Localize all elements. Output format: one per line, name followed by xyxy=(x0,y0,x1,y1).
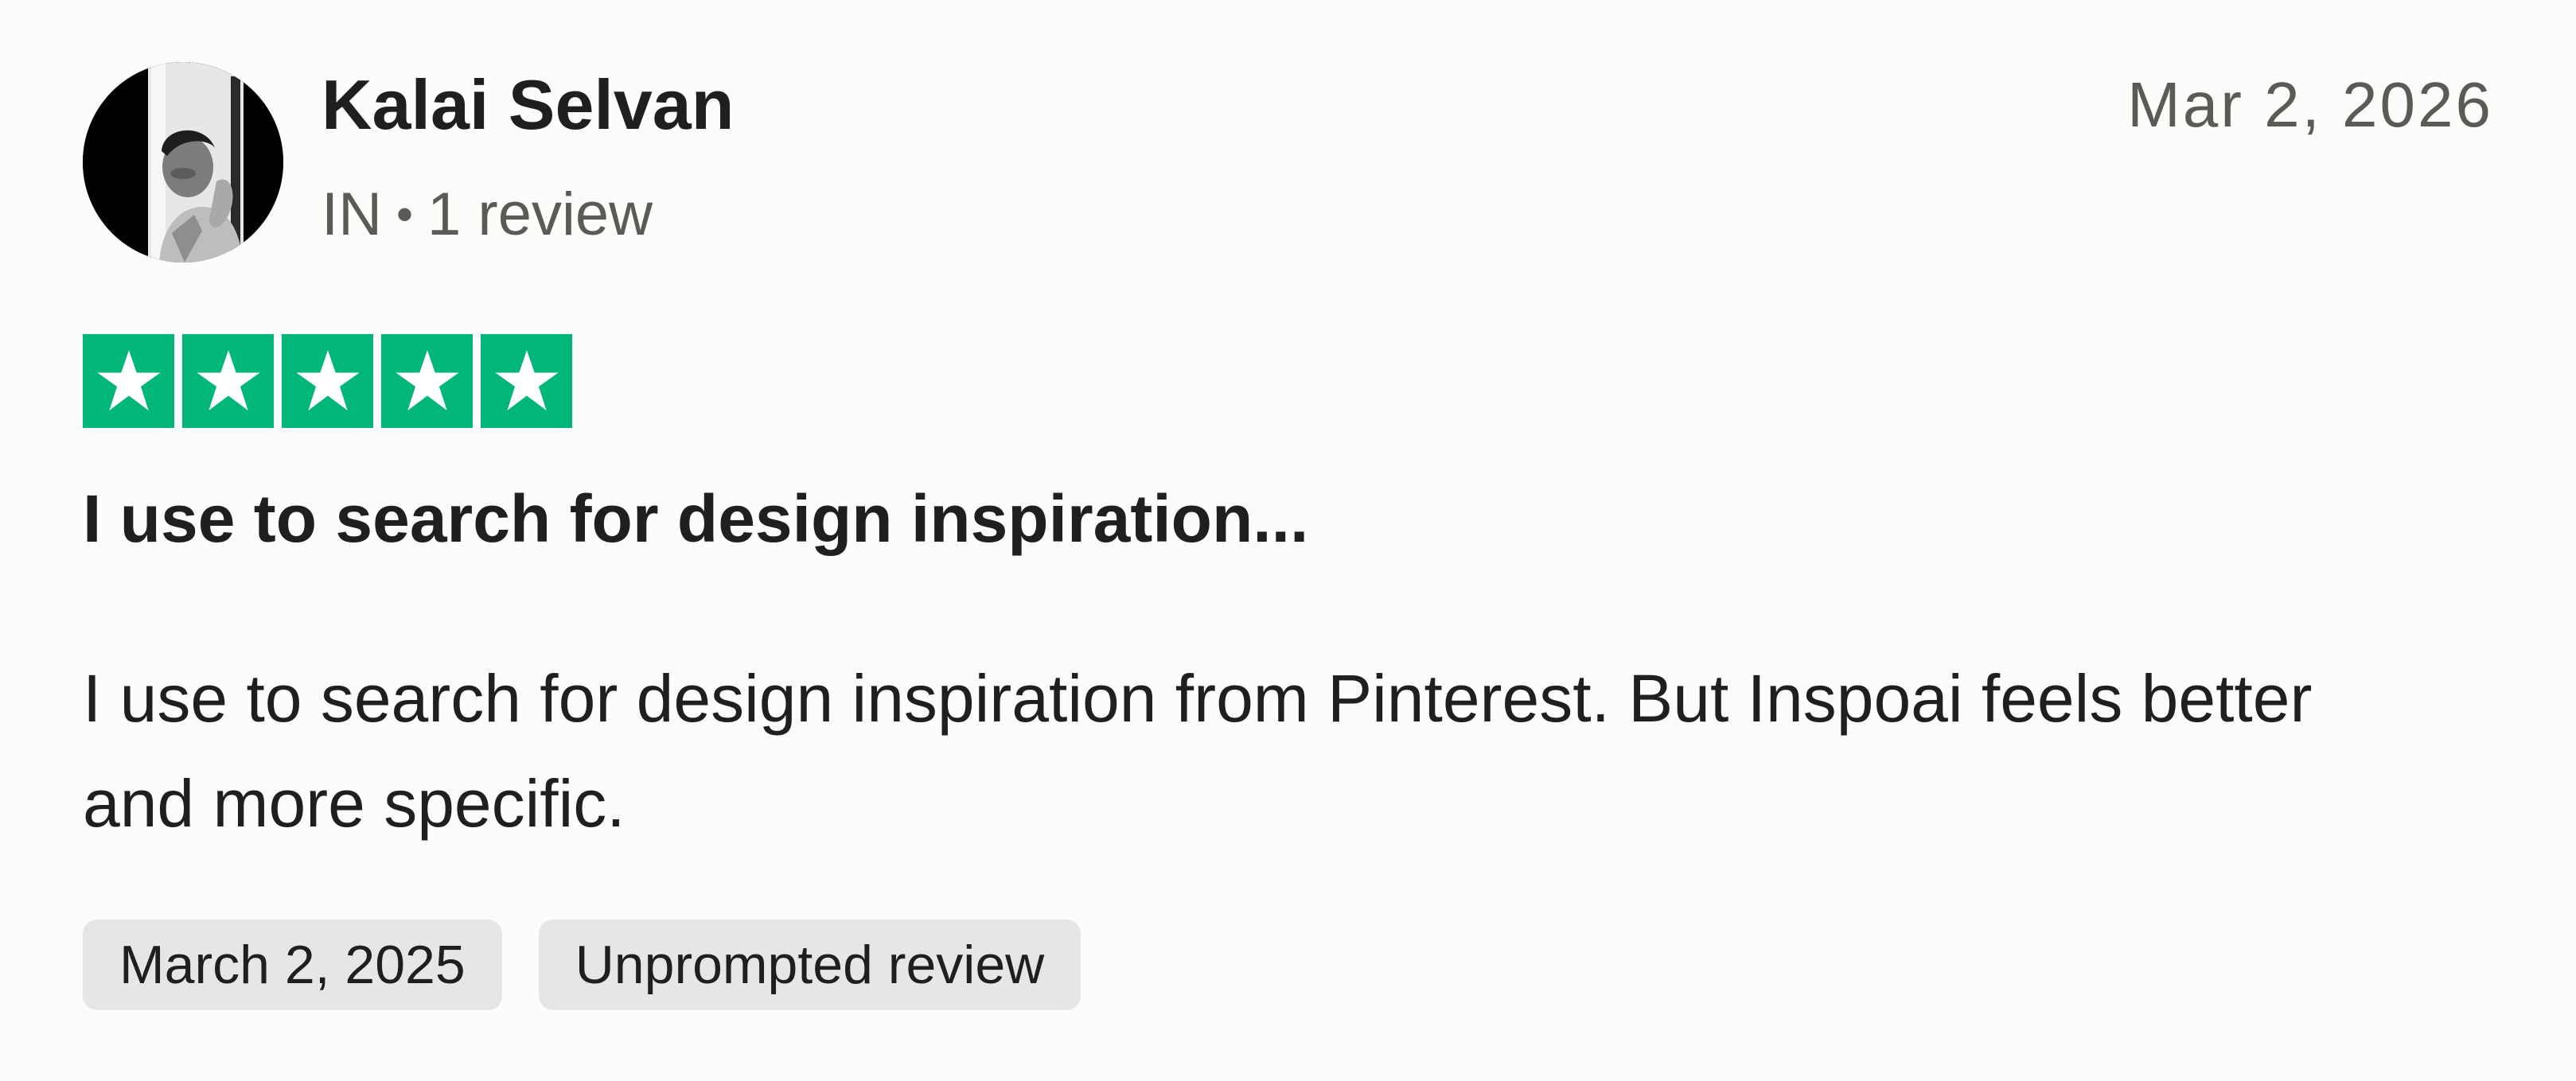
star-icon xyxy=(196,350,260,410)
avatar-photo xyxy=(83,62,283,262)
star-icon xyxy=(96,350,161,410)
star-3 xyxy=(282,334,373,428)
star-5 xyxy=(481,334,572,428)
review-date: Mar 2, 2026 xyxy=(2127,69,2493,140)
star-2 xyxy=(182,334,274,428)
reviewer-country: IN xyxy=(322,181,382,248)
star-icon xyxy=(395,350,459,410)
review-title[interactable]: I use to search for design inspiration..… xyxy=(83,480,1308,558)
experience-date-tag: March 2, 2025 xyxy=(83,920,502,1010)
star-icon xyxy=(295,350,360,410)
star-1 xyxy=(83,334,174,428)
star-icon xyxy=(494,350,559,410)
review-tags: March 2, 2025 Unprompted review xyxy=(83,920,1081,1010)
reviewer-avatar[interactable] xyxy=(83,62,283,262)
reviewer-meta: IN • 1 review xyxy=(322,181,653,248)
star-rating xyxy=(83,334,572,428)
reviewer-name[interactable]: Kalai Selvan xyxy=(322,66,735,144)
review-body: I use to search for design inspiration f… xyxy=(83,661,2313,841)
review-type-tag: Unprompted review xyxy=(538,920,1081,1010)
review-card: Kalai Selvan IN • 1 review Mar 2, 2026 I… xyxy=(0,0,2576,1081)
reviewer-review-count: 1 review xyxy=(427,181,653,248)
star-4 xyxy=(381,334,473,428)
meta-separator: • xyxy=(396,187,414,241)
